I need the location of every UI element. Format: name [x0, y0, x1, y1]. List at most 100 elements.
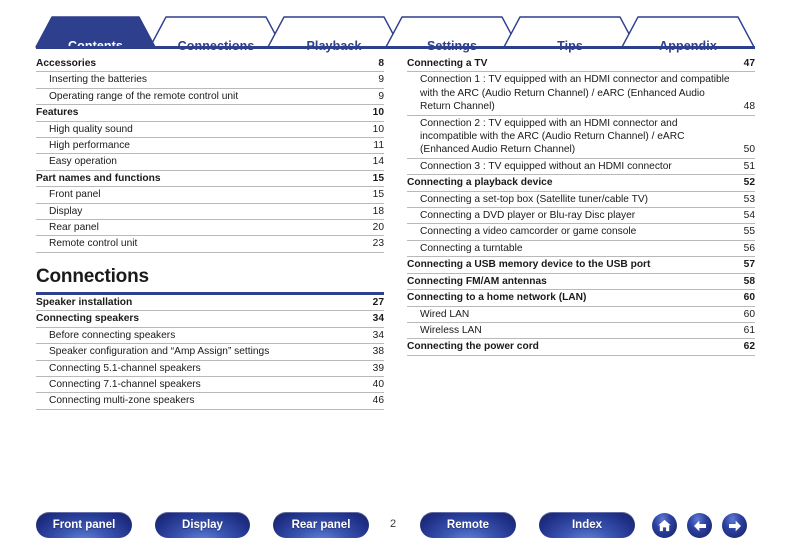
- toc-entry[interactable]: Connection 1 : TV equipped with an HDMI …: [407, 72, 755, 116]
- index-button[interactable]: Index: [539, 512, 635, 538]
- toc-entry-page: 27: [372, 296, 384, 308]
- toc-entry-page: 15: [372, 189, 384, 201]
- toc-entry-title: Accessories: [36, 58, 97, 69]
- toc-entry[interactable]: Connecting speakers 34: [36, 311, 384, 328]
- toc-entry-page: 60: [743, 292, 755, 304]
- toc-entry-title: Connecting 5.1-channel speakers: [49, 362, 201, 374]
- document-page: Contents Connections Playback Settings T…: [0, 0, 791, 557]
- toc-entry-page: 34: [372, 313, 384, 325]
- toc-entry[interactable]: Connecting the power cord 62: [407, 339, 755, 356]
- toc-entry[interactable]: Connecting a USB memory device to the US…: [407, 257, 755, 274]
- toc-entry-title: Connecting a set-top box (Satellite tune…: [420, 193, 649, 205]
- toc-entry[interactable]: Connection 2 : TV equipped with an HDMI …: [407, 116, 755, 159]
- toc-entry-title: Connecting speakers: [36, 313, 140, 325]
- toc-entry-title: Connecting a DVD player or Blu-ray Disc …: [420, 210, 636, 222]
- toc-entry-page: 60: [743, 308, 755, 320]
- toc-entry[interactable]: Features 10: [36, 105, 384, 122]
- toc-entry-page: 39: [372, 362, 384, 374]
- toc-entry[interactable]: Wired LAN 60: [407, 307, 755, 323]
- toc-entry-title: Connecting a video camcorder or game con…: [420, 226, 637, 238]
- toc-entry-title: Connecting the power cord: [407, 341, 539, 353]
- toc-entry-page: 9: [378, 74, 384, 86]
- toc-entry-page: 62: [743, 341, 755, 353]
- toc-entry[interactable]: Rear panel 20: [36, 220, 384, 237]
- toc-entry-title: Inserting the batteries: [49, 74, 147, 86]
- toc-entry-page: 47: [743, 58, 755, 69]
- toc-entry[interactable]: Display 18: [36, 204, 384, 221]
- front-panel-button[interactable]: Front panel: [36, 512, 132, 538]
- toc-entry[interactable]: Connecting FM/AM antennas 58: [407, 274, 755, 291]
- toc-entry[interactable]: Connecting a turntable 56: [407, 241, 755, 258]
- toc-entry-page: 50: [743, 144, 755, 156]
- toc-entry-page: 38: [372, 346, 384, 358]
- arrow-left-icon-glyph: [693, 520, 706, 531]
- toc-entry-page: 61: [743, 324, 755, 336]
- toc-entry-title: Connecting a TV: [407, 58, 488, 69]
- tab-bar-underline: [36, 46, 755, 49]
- toc-entry[interactable]: Connecting a video camcorder or game con…: [407, 224, 755, 241]
- toc-entry-title: Connection 3 : TV equipped without an HD…: [420, 160, 672, 172]
- toc-entry-title: Connecting FM/AM antennas: [407, 275, 547, 287]
- rear-panel-button[interactable]: Rear panel: [273, 512, 369, 538]
- arrow-right-icon-glyph: [728, 520, 741, 531]
- arrow-right-icon[interactable]: [722, 513, 747, 538]
- toc-entry-page: 46: [372, 395, 384, 407]
- toc-entry-title: Connecting a turntable: [420, 242, 523, 254]
- toc-entry-title: Operating range of the remote control un…: [49, 90, 239, 102]
- toc-entry-page: 52: [743, 177, 755, 189]
- toc-entry[interactable]: Operating range of the remote control un…: [36, 89, 384, 106]
- toc-entry-page: 10: [372, 123, 384, 135]
- toc-entry[interactable]: Remote control unit 23: [36, 236, 384, 253]
- toc-entry[interactable]: Inserting the batteries 9: [36, 72, 384, 89]
- toc-entry[interactable]: Easy operation 14: [36, 154, 384, 171]
- toc-entry[interactable]: Connecting a set-top box (Satellite tune…: [407, 192, 755, 209]
- toc-entry[interactable]: Connection 3 : TV equipped without an HD…: [407, 159, 755, 176]
- toc-entry-title: Connecting a USB memory device to the US…: [407, 259, 651, 271]
- toc-entry-page: 56: [743, 242, 755, 254]
- toc-entry[interactable]: Connecting a DVD player or Blu-ray Disc …: [407, 208, 755, 225]
- toc-entry-title: Connecting a playback device: [407, 177, 553, 189]
- toc-entry[interactable]: High performance 11: [36, 138, 384, 155]
- toc-entry[interactable]: Before connecting speakers 34: [36, 328, 384, 345]
- toc-entry[interactable]: Connecting a TV 47: [407, 56, 755, 73]
- toc-entry-title: Wireless LAN: [420, 324, 482, 336]
- toc-entry[interactable]: Part names and functions 15: [36, 171, 384, 188]
- toc-entry-title: Rear panel: [49, 222, 99, 234]
- display-button[interactable]: Display: [155, 512, 250, 538]
- toc-entry-title: Easy operation: [49, 156, 117, 168]
- toc-entry-title: Connecting multi-zone speakers: [49, 395, 195, 407]
- toc-entry[interactable]: Front panel 15: [36, 187, 384, 204]
- toc-entry-page: 55: [743, 226, 755, 238]
- toc-entry-title: Part names and functions: [36, 172, 161, 184]
- toc-entry[interactable]: Speaker configuration and “Amp Assign” s…: [36, 344, 384, 361]
- toc-list-contents: Accessories 8 Inserting the batteries 9 Oper…: [36, 56, 384, 253]
- toc-entry-page: 58: [743, 275, 755, 287]
- toc-entry-page: 51: [743, 160, 755, 172]
- toc-entry-title: High performance: [49, 140, 130, 152]
- remote-button[interactable]: Remote: [420, 512, 516, 538]
- toc-entry[interactable]: Wireless LAN 61: [407, 323, 755, 340]
- toc-entry[interactable]: Connecting to a home network (LAN) 60: [407, 290, 755, 307]
- toc-entry-page: 15: [372, 172, 384, 184]
- toc-entry-title: Connection 2 : TV equipped with an HDMI …: [420, 117, 685, 156]
- section-heading-connections: Connections: [36, 265, 149, 287]
- toc-entry-page: 23: [372, 238, 384, 250]
- toc-entry-title: Before connecting speakers: [49, 329, 176, 341]
- toc-entry-page: 11: [373, 140, 384, 152]
- toc-entry-title: Remote control unit: [49, 238, 138, 250]
- toc-entry-page: 34: [372, 329, 384, 341]
- toc-entry[interactable]: Connecting 5.1-channel speakers 39: [36, 361, 384, 377]
- footer-bar: Front panel Display Rear panel 2 Remote …: [0, 505, 791, 557]
- toc-entry-page: 18: [372, 205, 384, 217]
- toc-entry[interactable]: Connecting 7.1-channel speakers 40: [36, 377, 384, 394]
- toc-entry[interactable]: Accessories 8: [36, 56, 384, 73]
- toc-entry[interactable]: Connecting a playback device 52: [407, 175, 755, 192]
- toc-column-left: Accessories 8 Inserting the batteries 9 Oper…: [36, 56, 384, 410]
- arrow-left-icon[interactable]: [687, 513, 712, 538]
- home-icon[interactable]: [652, 513, 677, 538]
- toc-entry-title: Connecting 7.1-channel speakers: [49, 378, 201, 390]
- toc-entry[interactable]: High quality sound 10: [36, 122, 384, 139]
- toc-column-right: Connecting a TV 47 Connection 1 : TV equip…: [407, 56, 755, 356]
- toc-entry[interactable]: Connecting multi-zone speakers 46: [36, 393, 384, 410]
- toc-entry[interactable]: Speaker installation 27: [36, 295, 384, 312]
